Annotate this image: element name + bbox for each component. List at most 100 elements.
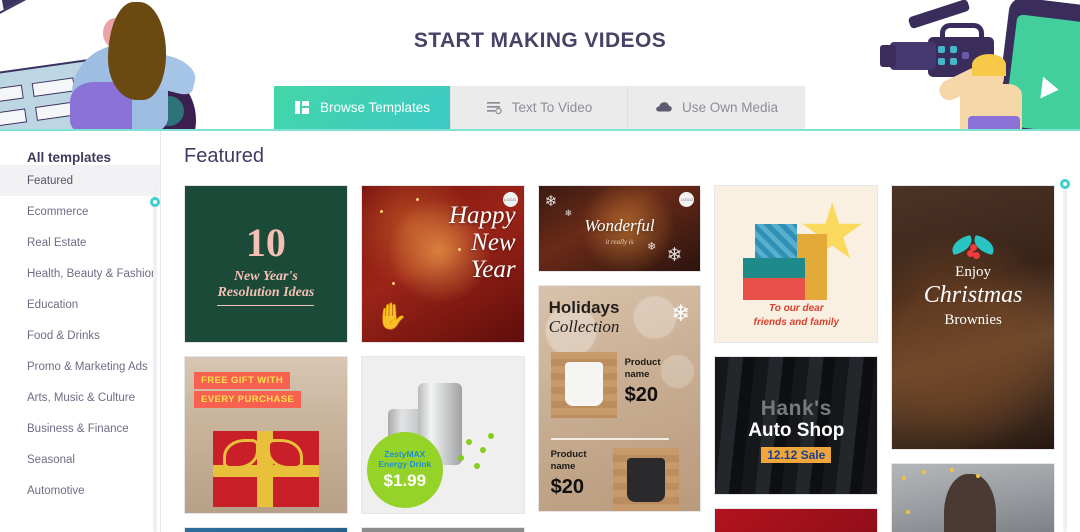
template-card-red-partial[interactable]	[714, 508, 879, 532]
person-silhouette	[943, 474, 996, 532]
sidebar-item-seasonal[interactable]: Seasonal	[0, 444, 160, 475]
card-subtitle: it really is	[605, 238, 634, 246]
card-line-1: To our dear	[768, 303, 824, 314]
sidebar-item-education[interactable]: Education	[0, 289, 160, 320]
template-card-wonderful[interactable]: ❄ ❄ ❄ ❄ Wonderful it really is LOGO	[537, 185, 702, 272]
card-line-2: Resolution Ideas	[217, 285, 315, 306]
template-card-christmas-brownies[interactable]: Enjoy Christmas Brownies	[891, 185, 1055, 450]
price-badge: ZestyMAX Energy Drink $1.99	[366, 432, 443, 508]
header-left-illustration	[0, 0, 235, 129]
sidebar-item-label: Education	[27, 298, 79, 311]
card-line-1: Hank's	[760, 397, 832, 420]
product-1-price: $20	[624, 384, 658, 406]
sidebar-item-automotive[interactable]: Automotive	[0, 475, 160, 506]
product-1-label-b: name	[624, 369, 650, 380]
card-line-1: Holidays	[548, 298, 620, 317]
product-2-label-a: Product	[550, 449, 587, 460]
mode-tab-bar: Browse Templates Text To Video Use Own M…	[274, 86, 805, 129]
card-line-3: Year	[470, 256, 516, 283]
sidebar-item-label: Seasonal	[27, 453, 75, 466]
sidebar-item-label: Real Estate	[27, 236, 87, 249]
sidebar-scrollbar[interactable]	[150, 183, 160, 532]
template-card-blue-partial[interactable]	[184, 527, 348, 532]
template-card-gray-partial[interactable]	[360, 527, 525, 532]
product-2-label-b: name	[550, 461, 576, 472]
sidebar-scrollbar-handle[interactable]	[150, 197, 160, 207]
templates-panel: Featured 10 New Year's Resolution Ideas …	[161, 131, 1080, 532]
logo-badge: LOGO	[679, 192, 695, 207]
template-grid: 10 New Year's Resolution Ideas FREE GIFT…	[175, 185, 1055, 532]
cloud-upload-icon	[655, 99, 673, 116]
grid-blocks-icon	[294, 99, 311, 116]
card-line-2: friends and family	[753, 316, 840, 328]
template-card-new-year-10[interactable]: 10 New Year's Resolution Ideas	[184, 185, 348, 343]
category-sidebar: All templates Featured Ecommerce Real Es…	[0, 131, 161, 532]
tab-label: Text To Video	[511, 100, 593, 115]
product-1-tshirt	[564, 362, 603, 406]
price-label: $1.99	[383, 471, 427, 491]
template-card-zestymax[interactable]: ZestyMAX Energy Drink $1.99	[360, 356, 525, 514]
product-1-label-a: Product	[624, 357, 661, 368]
sidebar-item-promo-marketing-ads[interactable]: Promo & Marketing Ads	[0, 351, 160, 382]
sidebar-title: All templates	[27, 150, 112, 165]
template-card-happy-new-year[interactable]: Happy New Year ✋ LOGO	[360, 185, 525, 343]
tab-browse-templates[interactable]: Browse Templates	[274, 86, 451, 129]
sidebar-item-label: Promo & Marketing Ads	[27, 360, 148, 373]
card-line-1: New Year's	[233, 268, 298, 284]
camera-handle	[940, 23, 984, 37]
sidebar-item-business-finance[interactable]: Business & Finance	[0, 413, 160, 444]
tab-label: Use Own Media	[681, 100, 779, 115]
card-line-2: Collection	[548, 317, 620, 336]
sidebar-item-arts-music-culture[interactable]: Arts, Music & Culture	[0, 382, 160, 413]
sidebar-item-label: Ecommerce	[27, 205, 89, 218]
clapping-hand-icon: ✋	[375, 301, 409, 331]
card-line-1: FREE GIFT WITH	[194, 372, 291, 389]
card-line-2: Christmas	[923, 282, 1023, 308]
tab-label: Browse Templates	[319, 100, 431, 115]
sidebar-item-food-drinks[interactable]: Food & Drinks	[0, 320, 160, 351]
card-line-2: Auto Shop	[748, 420, 845, 441]
template-card-free-gift[interactable]: FREE GIFT WITH EVERY PURCHASE	[184, 356, 348, 514]
product-label: Energy Drink	[378, 459, 432, 469]
card-line-2: New	[471, 229, 516, 256]
templates-scrollbar[interactable]	[1060, 179, 1070, 532]
templates-scrollbar-handle[interactable]	[1060, 179, 1070, 189]
snowflake-icon: ❄	[671, 300, 691, 326]
man-hair	[972, 54, 1006, 76]
page-body: All templates Featured Ecommerce Real Es…	[0, 131, 1080, 532]
text-lines-icon	[486, 99, 503, 116]
sidebar-item-label: Arts, Music & Culture	[27, 391, 135, 404]
gift-box-red	[743, 278, 806, 300]
logo-badge: LOGO	[502, 192, 518, 207]
sidebar-item-label: Health, Beauty & Fashion	[27, 267, 158, 280]
tab-use-own-media[interactable]: Use Own Media	[628, 86, 805, 129]
sidebar-item-label: Featured	[27, 174, 74, 187]
holly-icon	[949, 234, 997, 260]
card-number: 10	[245, 219, 286, 265]
card-line-1: Happy	[448, 202, 516, 229]
sidebar-item-health-beauty-fashion[interactable]: Health, Beauty & Fashion	[0, 258, 160, 289]
sidebar-item-label: Automotive	[27, 484, 85, 497]
man-pants	[968, 116, 1020, 129]
sidebar-item-ecommerce[interactable]: Ecommerce	[0, 196, 160, 227]
template-card-holidays-collection[interactable]: Holidays Collection ❄ Product name $20 P…	[537, 285, 702, 512]
play-triangle-icon	[1040, 76, 1060, 101]
template-card-gifts-family[interactable]: To our dear friends and family	[714, 185, 879, 343]
gift-box-blue	[755, 224, 798, 258]
sidebar-item-label: Business & Finance	[27, 422, 129, 435]
sale-badge: 12.12 Sale	[761, 447, 832, 463]
sidebar-item-real-estate[interactable]: Real Estate	[0, 227, 160, 258]
brand-label: ZestyMAX	[384, 448, 426, 459]
gift-box-teal	[743, 258, 806, 278]
header-right-illustration	[880, 0, 1080, 129]
product-2-tshirt	[626, 458, 665, 502]
sidebar-item-featured[interactable]: Featured	[0, 165, 160, 196]
sidebar-item-label: Food & Drinks	[27, 329, 100, 342]
page-header: START MAKING VIDEOS Browse Templates Tex…	[0, 0, 1080, 131]
tab-text-to-video[interactable]: Text To Video	[451, 86, 628, 129]
card-line-2: EVERY PURCHASE	[194, 391, 302, 408]
product-2-price: $20	[550, 476, 584, 498]
section-heading: Featured	[184, 145, 265, 167]
template-card-portrait-partial[interactable]	[891, 463, 1055, 532]
template-card-hanks-auto-shop[interactable]: Hank's Auto Shop 12.12 Sale	[714, 356, 879, 495]
